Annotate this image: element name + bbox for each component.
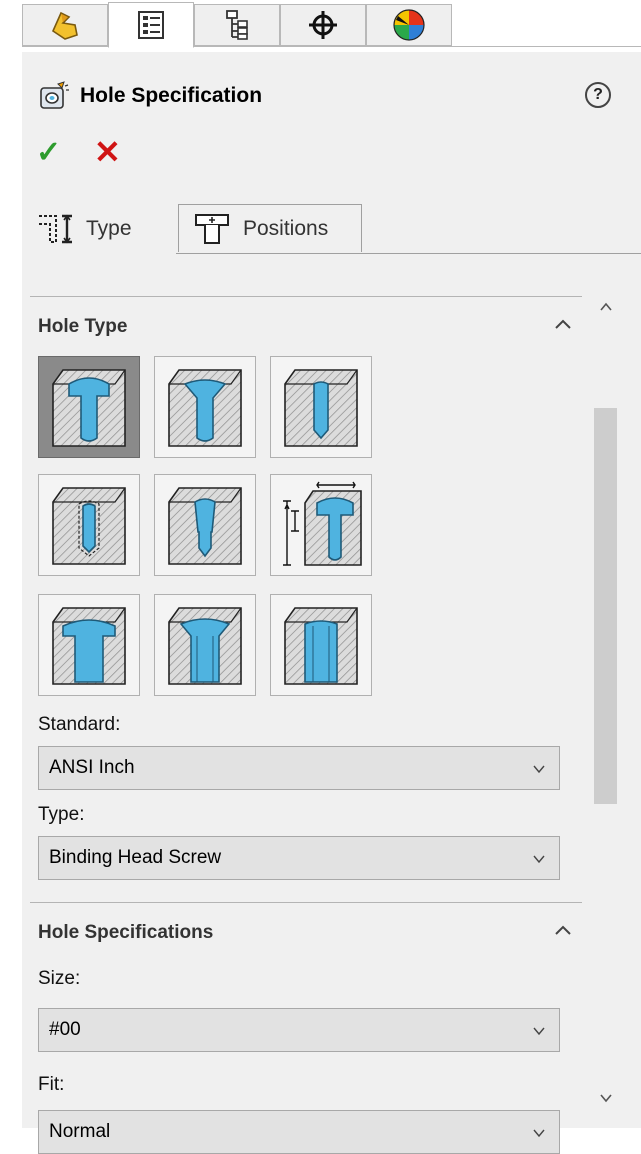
tapered-tap-hole-icon [165, 482, 245, 568]
hole-type-countersink-button[interactable] [154, 356, 256, 458]
display-manager-tab[interactable] [366, 4, 452, 46]
property-manager-tab[interactable] [108, 2, 194, 48]
configuration-manager-tab[interactable] [194, 4, 280, 46]
tab-positions-label: Positions [243, 216, 329, 240]
size-value: #00 [49, 1019, 81, 1040]
hole-type-straight-tap-button[interactable] [38, 474, 140, 576]
hole-position-icon [195, 213, 229, 244]
hole-type-section-title: Hole Type [38, 316, 128, 337]
hole-type-slot-button[interactable] [270, 594, 372, 696]
counterbore-hole-icon [49, 364, 129, 450]
size-label: Size: [38, 968, 81, 989]
chevron-down-icon [533, 1027, 545, 1036]
display-manager-tab-icon [393, 9, 425, 41]
dimxpert-manager-tab[interactable] [280, 4, 366, 46]
property-manager-panel: Hole Specification ? ✓ ✕ Type Positions … [22, 52, 641, 1154]
page-title: Hole Specification [80, 84, 263, 107]
hole-type-hole-button[interactable] [270, 356, 372, 458]
hole-type-icon [39, 214, 72, 243]
standard-label: Standard: [38, 714, 121, 735]
size-dropdown[interactable]: #00 [38, 1008, 560, 1052]
tab-type-label: Type [86, 216, 132, 240]
tab-type[interactable]: Type [22, 202, 176, 254]
hole-specifications-collapse-chevron-up-icon[interactable] [554, 920, 572, 943]
countersink-hole-icon [165, 364, 245, 450]
type-label: Type: [38, 804, 85, 825]
hole-type-countersink-slot-button[interactable] [154, 594, 256, 696]
legacy-hole-hole-icon [277, 479, 365, 571]
hole-type-counterbore-button[interactable] [38, 356, 140, 458]
chevron-down-icon [533, 765, 545, 774]
fit-value: Normal [49, 1121, 111, 1142]
standard-value: ANSI Inch [49, 757, 135, 778]
tab-positions[interactable]: Positions [178, 204, 362, 252]
straight-tap-hole-icon [49, 482, 129, 568]
hole-type-tapered-tap-button[interactable] [154, 474, 256, 576]
slot-hole-icon [281, 602, 361, 688]
countersink-slot-hole-icon [165, 602, 245, 688]
panel-title-row: Hole Specification [38, 76, 262, 116]
scrollbar-thumb[interactable] [594, 408, 617, 804]
configuration-manager-tab-icon [226, 10, 248, 40]
chevron-down-icon [533, 1129, 545, 1138]
type-value: Binding Head Screw [49, 847, 222, 868]
help-icon[interactable]: ? [585, 82, 611, 108]
property-manager-tab-icon [138, 11, 164, 39]
chevron-down-icon [533, 855, 545, 864]
type-dropdown[interactable]: Binding Head Screw [38, 836, 560, 880]
counterbore-slot-hole-icon [49, 602, 129, 688]
cancel-x-icon[interactable]: ✕ [94, 136, 121, 168]
window-left-edge [0, 0, 22, 1128]
feature-manager-tab[interactable] [22, 4, 108, 46]
fit-dropdown[interactable]: Normal [38, 1110, 560, 1154]
scroll-up-arrow-icon[interactable] [594, 297, 618, 321]
fit-label: Fit: [38, 1074, 65, 1095]
hole-type-counterbore-slot-button[interactable] [38, 594, 140, 696]
hole-type-collapse-chevron-up-icon[interactable] [554, 314, 572, 337]
dimxpert-manager-tab-icon [309, 11, 337, 39]
hole-wizard-icon [40, 81, 69, 109]
hole-specifications-section-title: Hole Specifications [38, 922, 214, 943]
hole-hole-icon [281, 364, 361, 450]
hole-type-legacy-hole-button[interactable] [270, 474, 372, 576]
feature-manager-tab-icon [51, 11, 78, 40]
scroll-down-arrow-icon[interactable] [594, 1088, 618, 1112]
standard-dropdown[interactable]: ANSI Inch [38, 746, 560, 790]
ok-checkmark-icon[interactable]: ✓ [36, 138, 61, 168]
manager-tab-bar [22, 0, 641, 52]
